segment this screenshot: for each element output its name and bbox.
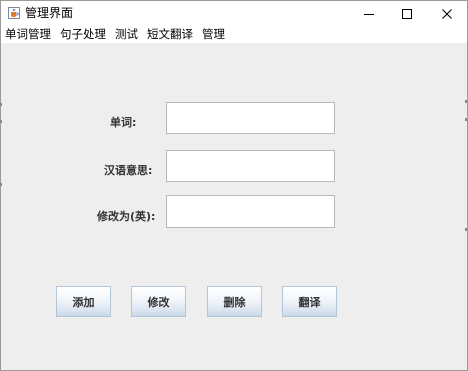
menu-bar: 单词管理 句子处理 测试 短文翻译 管理 bbox=[1, 26, 467, 43]
background-artifact bbox=[0, 183, 2, 186]
close-icon bbox=[442, 8, 452, 19]
background-artifact bbox=[465, 228, 467, 231]
window-title: 管理界面 bbox=[25, 6, 74, 20]
menu-test[interactable]: 测试 bbox=[115, 27, 138, 42]
delete-button[interactable]: 删除 bbox=[207, 286, 262, 317]
meaning-input[interactable] bbox=[166, 150, 335, 182]
background-artifact bbox=[465, 118, 467, 121]
menu-admin[interactable]: 管理 bbox=[202, 27, 225, 42]
menu-essay-translation[interactable]: 短文翻译 bbox=[147, 27, 193, 42]
word-input[interactable] bbox=[166, 102, 335, 134]
menu-word-management[interactable]: 单词管理 bbox=[5, 27, 51, 42]
app-window: 管理界面 单词管理 句子处理 测试 短文翻译 管理 单词: 汉语意思: 修改为(… bbox=[0, 0, 468, 371]
form-panel: 单词: 汉语意思: 修改为(英): 添加 修改 删除 翻译 bbox=[1, 43, 467, 370]
menu-sentence-processing[interactable]: 句子处理 bbox=[60, 27, 106, 42]
add-button[interactable]: 添加 bbox=[56, 286, 111, 317]
background-artifact bbox=[465, 100, 467, 103]
maximize-button[interactable] bbox=[385, 1, 429, 26]
maximize-icon bbox=[402, 8, 412, 19]
edit-english-input[interactable] bbox=[166, 195, 335, 228]
background-artifact bbox=[0, 103, 2, 106]
title-bar[interactable]: 管理界面 bbox=[1, 1, 467, 26]
background-artifact bbox=[0, 120, 2, 123]
edit-english-label: 修改为(英): bbox=[97, 210, 156, 223]
modify-button[interactable]: 修改 bbox=[131, 286, 186, 317]
word-label: 单词: bbox=[110, 116, 137, 129]
java-cup-icon bbox=[8, 7, 20, 19]
close-button[interactable] bbox=[425, 1, 467, 26]
meaning-label: 汉语意思: bbox=[104, 164, 153, 177]
minimize-icon bbox=[364, 13, 374, 15]
translate-button[interactable]: 翻译 bbox=[282, 286, 337, 317]
